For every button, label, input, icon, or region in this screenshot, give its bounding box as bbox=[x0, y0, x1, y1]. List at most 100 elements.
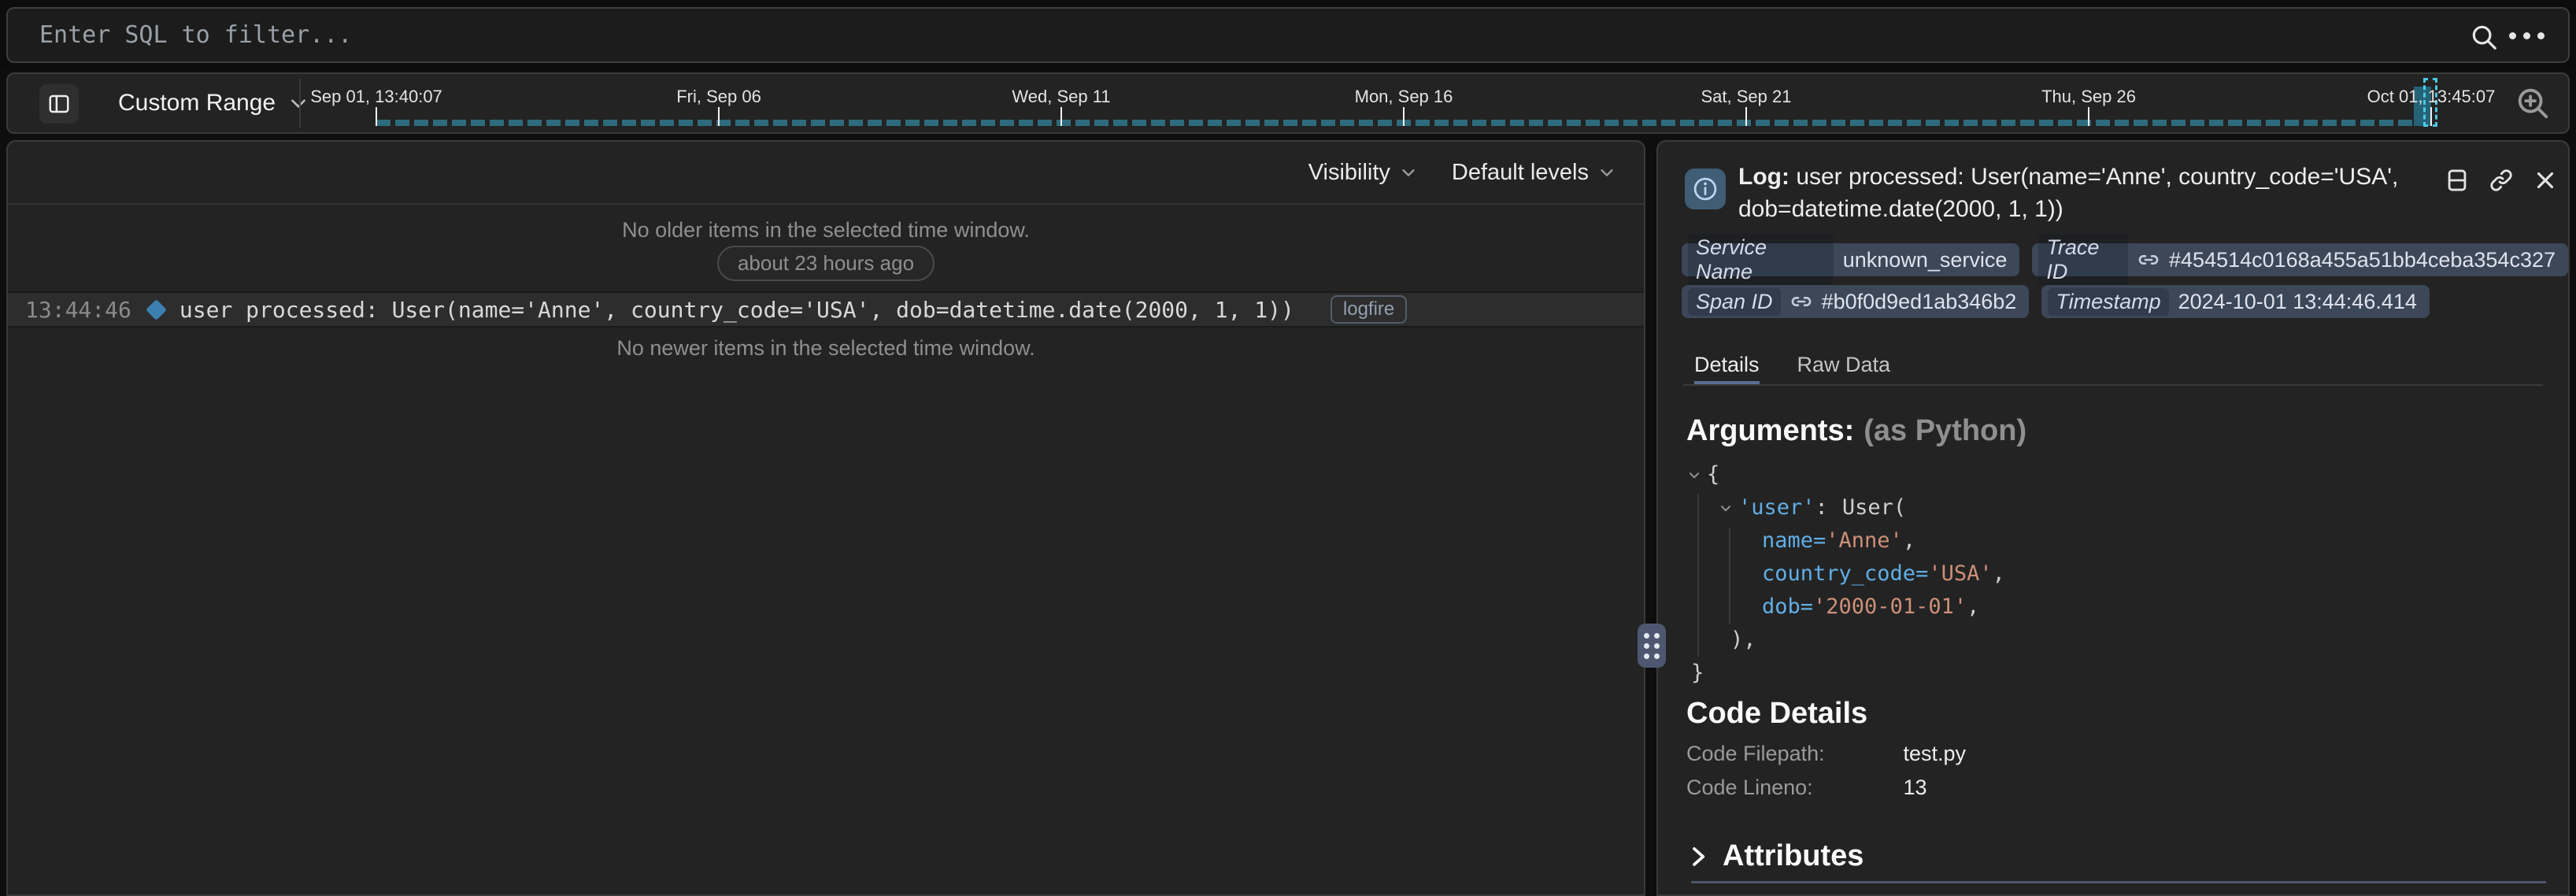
arguments-heading: Arguments: (as Python) bbox=[1686, 414, 2026, 448]
panel-resize-handle[interactable] bbox=[1638, 624, 1666, 668]
timeline-histogram[interactable] bbox=[376, 120, 2414, 126]
code-filepath-label: Code Filepath: bbox=[1686, 742, 1897, 766]
arguments-title: Arguments: bbox=[1686, 414, 1854, 447]
code-details-heading: Code Details bbox=[1686, 697, 1867, 731]
tab-raw-data[interactable]: Raw Data bbox=[1797, 353, 1891, 384]
arguments-subtitle: (as Python) bbox=[1864, 414, 2026, 447]
tree-chevron-icon[interactable] bbox=[1718, 500, 1734, 516]
tick-label: Fri, Sep 06 bbox=[676, 87, 761, 107]
code-line: 'user': User( bbox=[1686, 491, 2005, 524]
code-token: name= bbox=[1762, 524, 1826, 557]
badge-row: Service Name unknown_service Trace ID #4… bbox=[1682, 243, 2568, 276]
code-token: dob= bbox=[1762, 591, 1813, 624]
tab-details[interactable]: Details bbox=[1694, 353, 1760, 384]
log-row[interactable]: 13:44:46 user processed: User(name='Anne… bbox=[8, 291, 1644, 328]
badge-label: Service Name bbox=[1688, 234, 1834, 286]
tick-label: Thu, Sep 26 bbox=[2041, 87, 2136, 107]
split-view-icon[interactable] bbox=[2444, 167, 2471, 194]
code-token: '2000-01-01' bbox=[1813, 591, 1967, 624]
log-row-time: 13:44:46 bbox=[25, 297, 131, 323]
code-token: } bbox=[1691, 657, 1704, 690]
tick-label: Mon, Sep 16 bbox=[1355, 87, 1453, 107]
no-newer-items-text: No newer items in the selected time wind… bbox=[8, 336, 1644, 361]
badge-label: Span ID bbox=[1688, 288, 1781, 316]
link-icon bbox=[1790, 291, 1812, 313]
no-older-items-text: No older items in the selected time wind… bbox=[8, 218, 1644, 243]
timestamp-badge[interactable]: Timestamp 2024-10-01 13:44:46.414 bbox=[2041, 285, 2430, 318]
log-list-panel: Visibility Default levels No older items… bbox=[6, 140, 1645, 896]
link-icon[interactable] bbox=[2488, 167, 2515, 194]
code-token: , bbox=[1993, 557, 2005, 591]
badge-label: Timestamp bbox=[2048, 288, 2168, 316]
diamond-level-icon bbox=[146, 299, 167, 320]
log-list-header: Visibility Default levels bbox=[8, 142, 1644, 205]
timeline-track[interactable]: Sep 01, 13:40:07 Fri, Sep 06 Wed, Sep 11… bbox=[8, 74, 2568, 132]
code-lineno-value: 13 bbox=[1904, 776, 1927, 799]
zoom-in-icon[interactable] bbox=[2515, 85, 2551, 121]
service-name-badge[interactable]: Service Name unknown_service bbox=[1682, 243, 2019, 276]
timeline-panel: Custom Range Sep 01, 13:40:07 Fri, Sep 0… bbox=[6, 72, 2570, 134]
code-line: country_code='USA', bbox=[1686, 557, 2005, 591]
sql-filter-field[interactable] bbox=[6, 7, 2570, 63]
search-icon[interactable] bbox=[2469, 22, 2499, 52]
detail-header-actions bbox=[2444, 167, 2559, 194]
code-token: User( bbox=[1842, 491, 1906, 524]
chevron-down-icon bbox=[1598, 164, 1616, 181]
log-title-label: Log: bbox=[1738, 164, 1790, 190]
badge-row: Span ID #b0f0d9ed1ab346b2 Timestamp 2024… bbox=[1682, 285, 2430, 318]
code-token: , bbox=[1903, 524, 1915, 557]
code-token: , bbox=[1967, 591, 1979, 624]
link-icon bbox=[2137, 249, 2160, 271]
visibility-label: Visibility bbox=[1308, 160, 1390, 186]
arguments-code-tree: { 'user': User( name='Anne', country_code… bbox=[1686, 458, 2005, 690]
code-line: } bbox=[1686, 657, 2005, 690]
code-line: dob='2000-01-01', bbox=[1686, 591, 2005, 624]
log-title-text: user processed: User(name='Anne', countr… bbox=[1738, 164, 2398, 222]
code-line: { bbox=[1686, 458, 2005, 491]
tree-chevron-icon[interactable] bbox=[1686, 467, 1702, 483]
code-filepath-value: test.py bbox=[1904, 742, 1967, 765]
code-token: 'Anne' bbox=[1826, 524, 1903, 557]
close-icon[interactable] bbox=[2532, 167, 2559, 194]
sql-filter-bar bbox=[0, 0, 2576, 69]
code-line: ), bbox=[1686, 624, 2005, 657]
code-filepath-row: Code Filepath: test.py bbox=[1686, 742, 1966, 766]
code-token: 'user' bbox=[1738, 491, 1815, 524]
log-detail-title: Log: user processed: User(name='Anne', c… bbox=[1738, 161, 2447, 225]
code-token: ), bbox=[1730, 624, 1756, 657]
visibility-dropdown[interactable]: Visibility bbox=[1308, 160, 1417, 186]
code-token: { bbox=[1707, 458, 1719, 491]
time-ago-badge: about 23 hours ago bbox=[717, 246, 935, 281]
more-options-icon[interactable] bbox=[2509, 32, 2545, 39]
sql-filter-input[interactable] bbox=[8, 9, 2568, 61]
log-detail-panel: Log: user processed: User(name='Anne', c… bbox=[1656, 140, 2570, 896]
badge-value: unknown_service bbox=[1843, 248, 2008, 272]
trace-id-badge[interactable]: Trace ID #454514c0168a455a51bb4ceba354c3… bbox=[2032, 243, 2568, 276]
code-token: 'USA' bbox=[1928, 557, 1992, 591]
divider bbox=[1691, 881, 2546, 883]
tick-label: Sat, Sep 21 bbox=[1701, 87, 1792, 107]
attributes-heading: Attributes bbox=[1723, 839, 1864, 873]
code-line: name='Anne', bbox=[1686, 524, 2005, 557]
badge-value: #454514c0168a455a51bb4ceba354c327 bbox=[2169, 248, 2556, 272]
log-row-message: user processed: User(name='Anne', countr… bbox=[180, 297, 1294, 323]
tick-label: Sep 01, 13:40:07 bbox=[310, 87, 442, 107]
code-lineno-row: Code Lineno: 13 bbox=[1686, 776, 1927, 800]
badge-label: Trace ID bbox=[2038, 234, 2128, 286]
code-lineno-label: Code Lineno: bbox=[1686, 776, 1897, 800]
badge-value: #b0f0d9ed1ab346b2 bbox=[1822, 290, 2017, 314]
chevron-down-icon bbox=[1400, 164, 1417, 181]
code-token: country_code= bbox=[1762, 557, 1928, 591]
log-row-tag[interactable]: logfire bbox=[1331, 295, 1407, 324]
detail-tabs: Details Raw Data bbox=[1683, 353, 2543, 386]
code-token: : bbox=[1815, 491, 1828, 524]
tick-label: Oct 01, 13:45:07 bbox=[2367, 87, 2496, 107]
attributes-section-toggle[interactable]: Attributes bbox=[1686, 839, 1864, 873]
tick-label: Wed, Sep 11 bbox=[1012, 87, 1110, 107]
chevron-right-icon bbox=[1686, 845, 1710, 868]
badge-value: 2024-10-01 13:44:46.414 bbox=[2178, 290, 2417, 314]
span-id-badge[interactable]: Span ID #b0f0d9ed1ab346b2 bbox=[1682, 285, 2029, 318]
default-levels-dropdown[interactable]: Default levels bbox=[1452, 160, 1616, 186]
info-icon bbox=[1685, 168, 1726, 209]
default-levels-label: Default levels bbox=[1452, 160, 1589, 186]
